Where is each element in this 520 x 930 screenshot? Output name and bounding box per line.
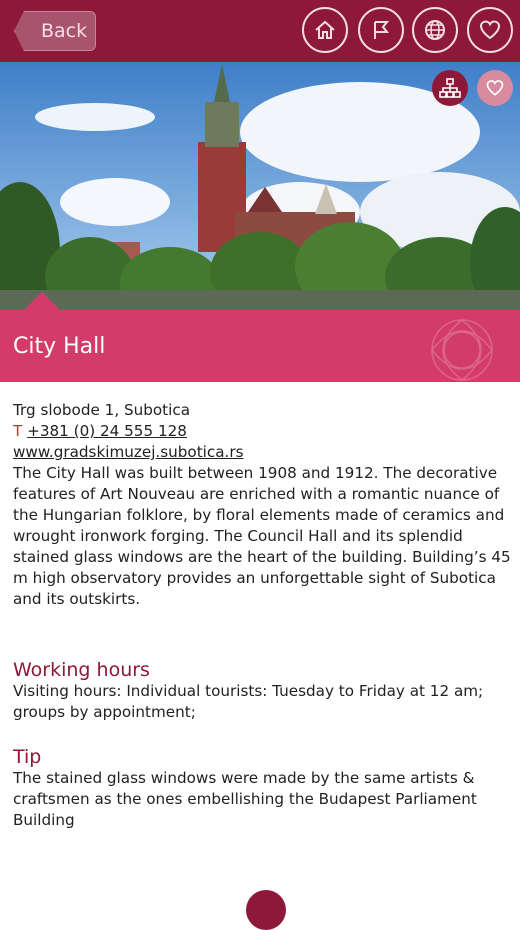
heart-icon bbox=[479, 20, 501, 40]
phone-link[interactable]: +381 (0) 24 555 128 bbox=[27, 422, 187, 440]
globe-icon bbox=[425, 20, 445, 40]
page-title: City Hall bbox=[13, 334, 106, 359]
website-link[interactable]: www.gradskimuzej.subotica.rs bbox=[13, 443, 244, 461]
favorite-place-button[interactable] bbox=[477, 70, 513, 106]
flag-button[interactable] bbox=[358, 7, 404, 53]
phone-line: T +381 (0) 24 555 128 bbox=[13, 421, 513, 442]
back-button[interactable]: Back bbox=[14, 11, 96, 51]
place-details: Trg slobode 1, Subotica T +381 (0) 24 55… bbox=[13, 400, 513, 831]
working-hours-text: Visiting hours: Individual tourists: Tue… bbox=[13, 682, 484, 721]
working-hours-heading: Working hours bbox=[13, 659, 150, 681]
collapse-button[interactable] bbox=[246, 890, 286, 930]
map-view-button[interactable] bbox=[432, 70, 468, 106]
address: Trg slobode 1, Subotica bbox=[13, 401, 191, 419]
tip-text: The stained glass windows were made by t… bbox=[13, 769, 477, 829]
language-button[interactable] bbox=[412, 7, 458, 53]
home-icon bbox=[315, 20, 335, 39]
flag-icon bbox=[374, 21, 390, 39]
top-bar: Back bbox=[0, 0, 520, 62]
ornament-icon bbox=[431, 319, 493, 381]
title-bar: City Hall bbox=[0, 292, 520, 382]
title-notch bbox=[24, 292, 60, 310]
hero-image bbox=[0, 62, 520, 310]
sitemap-icon bbox=[439, 78, 461, 98]
home-button[interactable] bbox=[302, 7, 348, 53]
favorites-button[interactable] bbox=[467, 7, 513, 53]
heart-icon bbox=[486, 80, 504, 96]
description: The City Hall was built between 1908 and… bbox=[13, 464, 511, 608]
tip-heading: Tip bbox=[13, 746, 42, 768]
phone-prefix: T bbox=[13, 422, 23, 440]
